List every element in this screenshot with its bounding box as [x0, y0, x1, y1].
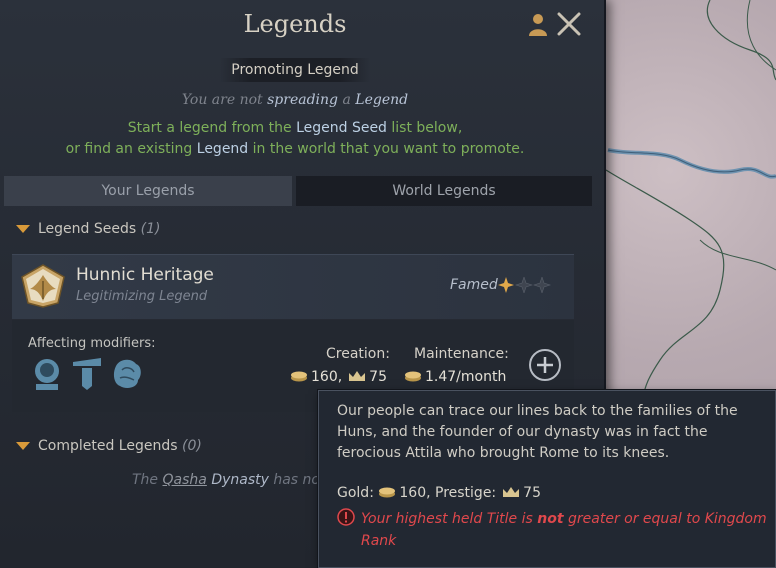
hint-link-legend[interactable]: Legend	[197, 141, 248, 157]
gold-value: 160,	[399, 485, 431, 501]
gold-icon	[405, 371, 421, 382]
legend-tabs: Your Legends World Legends	[4, 176, 592, 206]
legend-emblem-icon	[21, 264, 65, 308]
legend-quality: Famed	[450, 277, 498, 293]
warning-text: Rank	[361, 533, 397, 549]
legend-seed-card[interactable]: Hunnic Heritage Legitimizing Legend Fame…	[12, 254, 574, 319]
maintenance-label: Maintenance:	[414, 346, 509, 362]
dynasty-head-icon[interactable]	[30, 356, 64, 392]
maintenance-cost: 1.47/month	[404, 369, 506, 385]
completed-legends-toggle[interactable]: Completed Legends (0)	[16, 438, 202, 454]
legend-type: Legitimizing Legend	[76, 289, 208, 304]
section-label: Completed Legends	[38, 438, 178, 454]
window-controls	[528, 10, 588, 38]
quality-stars-icon	[498, 277, 551, 293]
status-prefix: You are not	[181, 92, 263, 108]
hint-text: list below,	[391, 120, 463, 136]
tab-world-legends[interactable]: World Legends	[296, 176, 592, 206]
creation-prestige-value: 75	[369, 369, 387, 385]
section-count: (1)	[140, 221, 161, 237]
hint-text: Start a legend from the	[127, 120, 292, 136]
prestige-icon	[349, 371, 366, 381]
prestige-icon	[503, 487, 520, 497]
close-icon[interactable]	[556, 12, 582, 36]
person-icon[interactable]	[528, 12, 548, 36]
prestige-value: 75	[523, 485, 541, 501]
warning-text: Your highest held Title is	[361, 511, 533, 527]
warning-emphasis: not	[537, 511, 564, 527]
completed-empty-message: The Qasha Dynasty has not c	[132, 472, 338, 488]
dynasty-prefix: The	[132, 472, 159, 488]
hint-text: or find an existing	[65, 141, 193, 157]
start-legend-button[interactable]	[528, 348, 562, 382]
promoting-status: You are not spreading a Legend	[0, 92, 590, 108]
heritage-icon[interactable]	[110, 356, 144, 392]
creation-label: Creation:	[326, 346, 390, 362]
status-object: Legend	[355, 92, 409, 108]
chevron-down-icon	[16, 225, 30, 233]
page-title: Legends	[243, 10, 347, 38]
status-mid: a	[342, 92, 351, 108]
tab-your-legends[interactable]: Your Legends	[4, 176, 292, 206]
tooltip-description: Our people can trace our lines back to t…	[337, 403, 738, 461]
gold-icon	[291, 371, 307, 382]
promoting-legend-header: Promoting Legend	[220, 58, 370, 82]
hint-link-legend-seed[interactable]: Legend Seed	[296, 120, 387, 136]
gold-label: Gold:	[337, 485, 374, 501]
warning-text: greater or equal to Kingdom	[568, 511, 767, 527]
creation-cost: 160, 75	[290, 369, 387, 385]
promoting-hint: Start a legend from the Legend Seed list…	[0, 118, 590, 160]
culture-banner-icon[interactable]	[70, 356, 104, 392]
chevron-down-icon	[16, 442, 30, 450]
tooltip-cost: Gold: 160, Prestige: 75	[337, 485, 541, 501]
legend-seeds-toggle[interactable]: Legend Seeds (1)	[16, 221, 160, 237]
dynasty-name-link[interactable]: Qasha	[163, 472, 207, 488]
maintenance-value: 1.47/month	[425, 369, 507, 385]
tooltip-requirement-warning: Your highest held Title is not greater o…	[337, 508, 767, 552]
dynasty-word: Dynasty	[211, 472, 269, 488]
hint-text: in the world that you want to promote.	[252, 141, 525, 157]
gold-icon	[379, 487, 396, 498]
section-label: Legend Seeds	[38, 221, 137, 237]
affecting-modifiers-label: Affecting modifiers:	[28, 336, 156, 351]
status-verb: spreading	[267, 92, 339, 108]
creation-gold-value: 160,	[311, 369, 343, 385]
modifier-icons	[30, 356, 170, 396]
prestige-label: Prestige:	[435, 485, 497, 501]
section-count: (0)	[181, 438, 202, 454]
legend-name: Hunnic Heritage	[76, 265, 214, 285]
warning-icon	[337, 508, 355, 526]
legend-tooltip: Our people can trace our lines back to t…	[318, 390, 776, 568]
